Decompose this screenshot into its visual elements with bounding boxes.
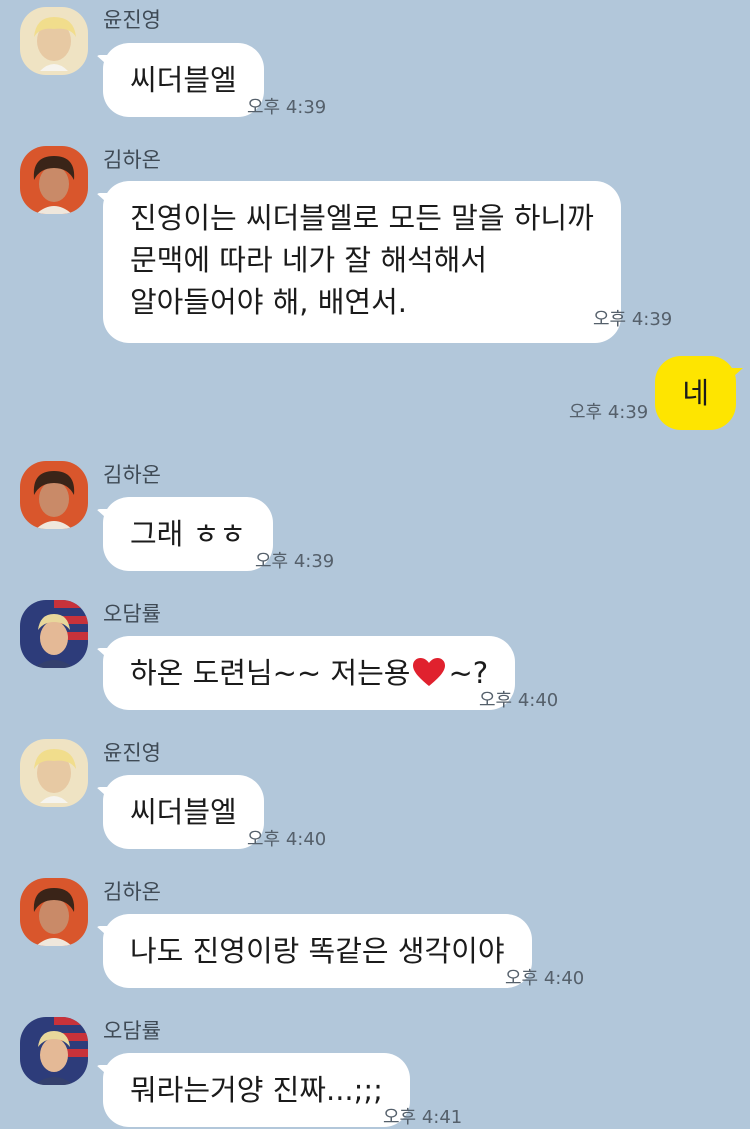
message-bubble-mine[interactable]: 네: [655, 356, 736, 430]
avatar[interactable]: [20, 7, 88, 75]
timestamp: 오후 4:39: [593, 309, 673, 330]
timestamp: 오후 4:40: [479, 690, 559, 711]
message-text: 나도 진영이랑 똑같은 생각이야: [130, 934, 505, 968]
avatar[interactable]: [20, 739, 88, 807]
message-bubble[interactable]: 하온 도련님~~ 저는용 ~?: [103, 636, 516, 710]
timestamp: 오후 4:39: [255, 551, 335, 572]
timestamp: 오후 4:40: [505, 968, 585, 989]
message-bubble[interactable]: 씨더블엘: [103, 775, 264, 849]
message-line: 문맥에 따라 네가 잘 해석해서: [130, 243, 488, 277]
sender-name: 윤진영: [103, 8, 161, 32]
message-bubble[interactable]: 진영이는 씨더블엘로 모든 말을 하니까 문맥에 따라 네가 잘 해석해서 알아…: [103, 181, 621, 343]
avatar[interactable]: [20, 461, 88, 529]
message-line: 알아들어야 해, 배연서.: [130, 285, 407, 319]
timestamp: 오후 4:39: [569, 402, 649, 423]
sender-name: 김하온: [103, 463, 161, 487]
message-text: 하온 도련님~~ 저는용 ~?: [130, 656, 489, 690]
timestamp: 오후 4:41: [383, 1107, 463, 1128]
message-text: 씨더블엘: [130, 795, 237, 829]
avatar[interactable]: [20, 600, 88, 668]
sender-name: 김하온: [103, 148, 161, 172]
chat-room[interactable]: 윤진영 씨더블엘 오후 4:39 김하온 진영이는 씨더블엘로 모든 말을 하니…: [0, 0, 750, 1128]
message-text: 네: [682, 376, 709, 410]
message-bubble[interactable]: 씨더블엘: [103, 43, 264, 117]
message-text: 씨더블엘: [130, 63, 237, 97]
avatar[interactable]: [20, 1017, 88, 1085]
sender-name: 오담률: [103, 1019, 161, 1043]
message-text: 그래 ㅎㅎ: [130, 517, 246, 551]
message-text: 뭐라는거양 진짜...;;;: [130, 1073, 383, 1107]
message-bubble[interactable]: 그래 ㅎㅎ: [103, 497, 273, 571]
avatar[interactable]: [20, 878, 88, 946]
avatar[interactable]: [20, 146, 88, 214]
sender-name: 윤진영: [103, 741, 161, 765]
sender-name: 김하온: [103, 880, 161, 904]
message-bubble[interactable]: 뭐라는거양 진짜...;;;: [103, 1053, 410, 1127]
message-line: 진영이는 씨더블엘로 모든 말을 하니까: [130, 201, 594, 235]
timestamp: 오후 4:39: [247, 97, 327, 118]
timestamp: 오후 4:40: [247, 829, 327, 850]
heart-emoji: [413, 658, 446, 686]
message-bubble[interactable]: 나도 진영이랑 똑같은 생각이야: [103, 914, 532, 988]
sender-name: 오담률: [103, 602, 161, 626]
